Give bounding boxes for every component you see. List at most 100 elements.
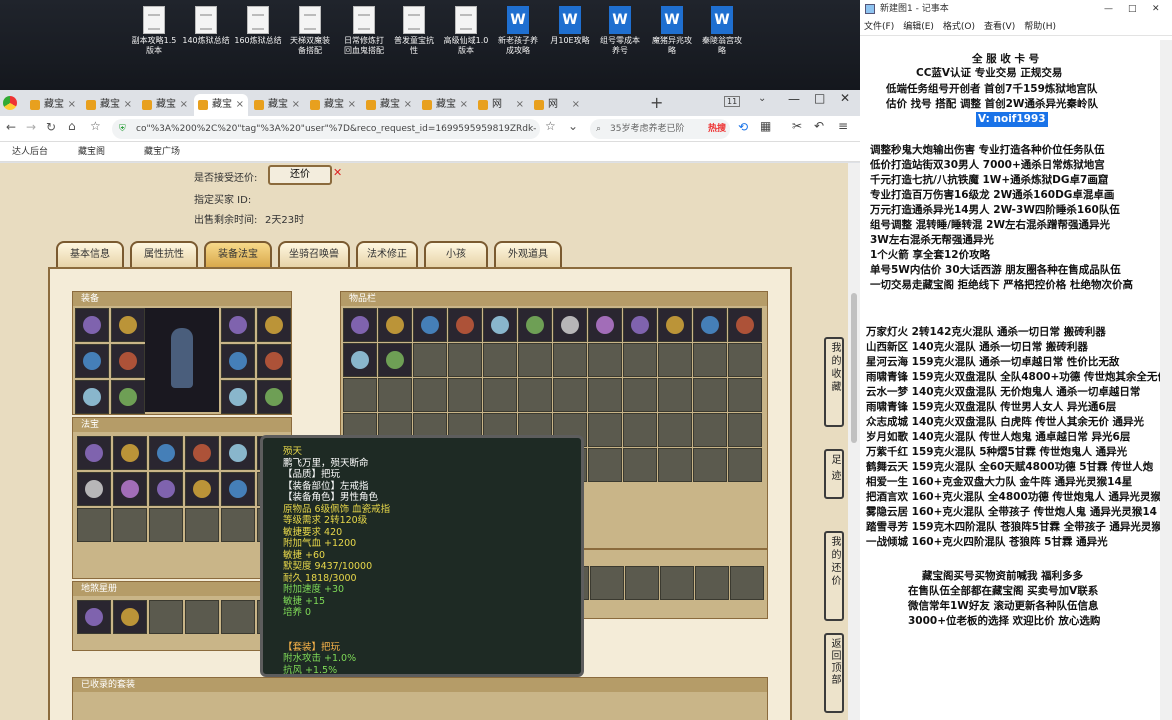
empty-slot[interactable] — [483, 343, 517, 377]
close-icon[interactable]: ✕ — [333, 166, 342, 179]
empty-slot[interactable] — [658, 413, 692, 447]
item-slot[interactable] — [113, 436, 147, 470]
empty-slot[interactable] — [553, 343, 587, 377]
forward-icon[interactable]: → — [26, 120, 36, 134]
browser-tab[interactable]: 藏宝 × — [362, 94, 416, 116]
item-slot[interactable] — [693, 308, 727, 342]
notepad-scrollbar[interactable] — [1160, 40, 1172, 720]
desktop-icon[interactable]: 副本攻略1.5 版本 — [126, 6, 182, 56]
empty-slot[interactable] — [658, 378, 692, 412]
tab-close-icon[interactable]: × — [516, 94, 524, 116]
reload-icon[interactable]: ↻ — [46, 120, 56, 134]
tab-count-badge[interactable]: 11 — [724, 96, 741, 107]
empty-slot[interactable] — [728, 448, 762, 482]
item-slot[interactable] — [75, 380, 109, 414]
empty-slot[interactable] — [588, 413, 622, 447]
empty-slot[interactable] — [413, 343, 447, 377]
desktop-icon[interactable]: W 秦陵翁宫攻 略 — [694, 6, 750, 56]
game-tab[interactable]: 属性抗性 — [130, 241, 198, 269]
item-slot[interactable] — [111, 380, 145, 414]
empty-slot[interactable] — [693, 413, 727, 447]
item-slot[interactable] — [343, 308, 377, 342]
browser-tab[interactable]: 藏宝 × — [418, 94, 472, 116]
empty-slot[interactable] — [590, 566, 624, 600]
item-slot[interactable] — [111, 308, 145, 342]
item-slot[interactable] — [483, 308, 517, 342]
empty-slot[interactable] — [728, 378, 762, 412]
browser-tab[interactable]: 网 × — [474, 94, 528, 116]
scrollbar-thumb[interactable] — [851, 293, 857, 443]
empty-slot[interactable] — [695, 566, 729, 600]
maximize-button[interactable]: □ — [814, 91, 825, 105]
empty-slot[interactable] — [728, 413, 762, 447]
item-slot[interactable] — [221, 344, 255, 378]
tab-close-icon[interactable]: × — [124, 94, 132, 116]
item-slot[interactable] — [113, 472, 147, 506]
undo-icon[interactable]: ↶ — [814, 119, 824, 133]
back-to-top-button[interactable]: 返回顶部 — [824, 633, 844, 713]
empty-slot[interactable] — [413, 378, 447, 412]
browser-tab[interactable]: 藏宝 × — [250, 94, 304, 116]
item-slot[interactable] — [221, 308, 255, 342]
item-slot[interactable] — [257, 380, 291, 414]
item-slot[interactable] — [149, 436, 183, 470]
maximize-button[interactable]: □ — [1128, 0, 1137, 18]
item-slot[interactable] — [553, 308, 587, 342]
star-icon[interactable]: ☆ — [90, 119, 101, 133]
browser-tab[interactable]: 藏宝 × — [306, 94, 360, 116]
bookmark-item[interactable]: 藏宝广场 — [144, 142, 180, 162]
tab-close-icon[interactable]: × — [572, 94, 580, 116]
empty-slot[interactable] — [518, 378, 552, 412]
minimize-button[interactable]: — — [788, 92, 800, 106]
empty-slot[interactable] — [343, 378, 377, 412]
bookmark-item[interactable]: 达人后台 — [12, 142, 48, 162]
tab-close-icon[interactable]: × — [236, 94, 244, 116]
empty-slot[interactable] — [693, 378, 727, 412]
empty-slot[interactable] — [625, 566, 659, 600]
empty-slot[interactable] — [149, 600, 183, 634]
empty-slot[interactable] — [693, 448, 727, 482]
empty-slot[interactable] — [730, 566, 764, 600]
item-slot[interactable] — [185, 472, 219, 506]
desktop-icon[interactable]: W 月10E攻略 — [542, 6, 598, 46]
empty-slot[interactable] — [149, 508, 183, 542]
empty-slot[interactable] — [623, 378, 657, 412]
desktop-icon[interactable]: 140炼狱总结 — [178, 6, 234, 46]
notepad-menu-item[interactable]: 文件(F) — [864, 22, 894, 32]
empty-slot[interactable] — [378, 378, 412, 412]
game-tab[interactable]: 基本信息 — [56, 241, 124, 269]
empty-slot[interactable] — [448, 378, 482, 412]
notepad-text-area[interactable]: 全 服 收 卡 号 CC蓝V认证 专业交易 正规交易 低端任务组号开创者 首创7千1… — [860, 40, 1172, 720]
item-slot[interactable] — [75, 308, 109, 342]
home-icon[interactable]: ⌂ — [68, 119, 76, 133]
item-slot[interactable] — [413, 308, 447, 342]
item-slot[interactable] — [378, 343, 412, 377]
item-slot[interactable] — [257, 344, 291, 378]
notepad-menu-item[interactable]: 编辑(E) — [903, 22, 934, 32]
dropdown-icon[interactable]: ⌄ — [568, 119, 578, 133]
item-slot[interactable] — [378, 308, 412, 342]
bookmark-item[interactable]: 藏宝阁 — [78, 142, 105, 162]
game-tab[interactable]: 外观道具 — [494, 241, 562, 269]
empty-slot[interactable] — [185, 508, 219, 542]
item-slot[interactable] — [728, 308, 762, 342]
browser-tab[interactable]: 藏宝 × — [194, 94, 248, 116]
tab-close-icon[interactable]: × — [460, 94, 468, 116]
desktop-icon[interactable]: 普发童宝抗 性 — [386, 6, 442, 56]
browser-logo-icon[interactable] — [3, 96, 17, 110]
empty-slot[interactable] — [77, 508, 111, 542]
desktop-icon[interactable]: 高级仙域1.0 版本 — [438, 6, 494, 56]
empty-slot[interactable] — [221, 600, 255, 634]
item-slot[interactable] — [113, 600, 147, 634]
search-input[interactable]: ⌕ 35岁考虑养老已阶 热搜 — [590, 119, 730, 139]
item-slot[interactable] — [77, 472, 111, 506]
counter-offer-button[interactable]: 还价 — [268, 165, 332, 185]
item-slot[interactable] — [221, 472, 255, 506]
item-slot[interactable] — [75, 344, 109, 378]
notepad-menu-item[interactable]: 格式(O) — [943, 22, 975, 32]
counter-offers-side-button[interactable]: 我的还价 — [824, 531, 844, 621]
item-slot[interactable] — [257, 308, 291, 342]
item-slot[interactable] — [149, 472, 183, 506]
history-side-button[interactable]: 足迹 — [824, 449, 844, 499]
notepad-menu-item[interactable]: 帮助(H) — [1024, 22, 1056, 32]
